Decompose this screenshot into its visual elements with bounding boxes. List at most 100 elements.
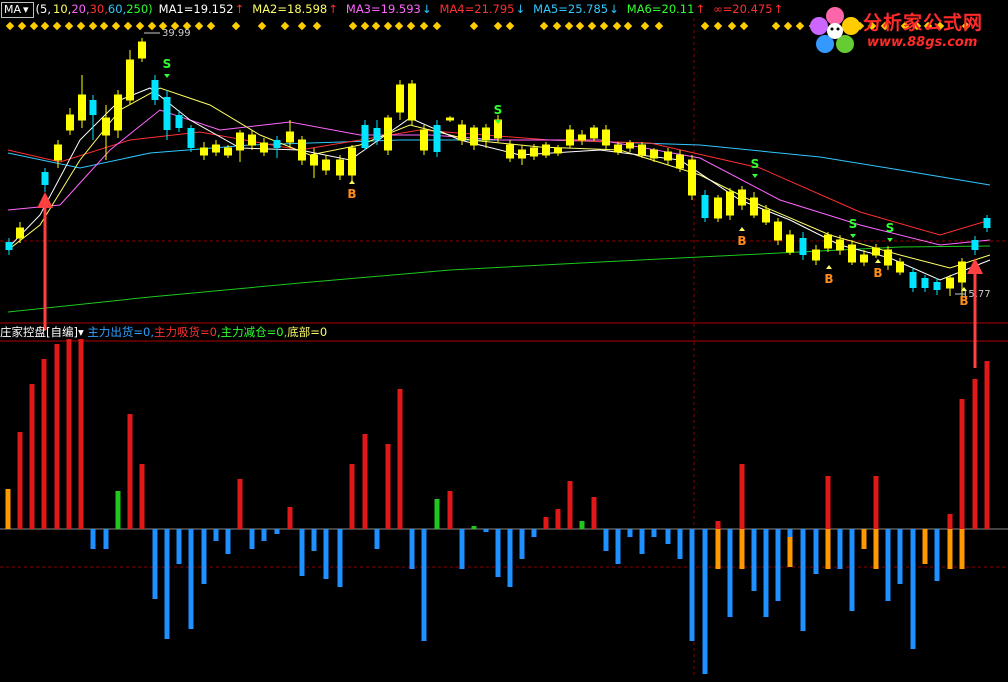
candle-body	[971, 240, 979, 250]
indicator-name[interactable]: 庄家控盘[自编]	[0, 325, 78, 339]
arrow-up-icon: ↑	[234, 2, 245, 16]
candle-body	[322, 159, 330, 171]
sell-arrow-icon	[887, 238, 893, 242]
indicator-bar	[201, 529, 207, 584]
diamond-marker	[612, 21, 622, 31]
buy-signal-label: B	[873, 266, 882, 280]
sell-signal-label: S	[751, 157, 760, 171]
site-logo: 分析家公式网 www.88gs.com	[807, 4, 1002, 56]
ma-params-prefix: (5,	[35, 2, 52, 16]
candle-body	[872, 247, 880, 256]
ma-value-text: MA2=18.598	[252, 2, 328, 16]
candle-body	[310, 154, 318, 166]
indicator-bar	[471, 526, 477, 529]
sell-arrow-icon	[850, 234, 856, 238]
candle-body	[884, 249, 892, 266]
diamond-marker	[383, 21, 393, 31]
candle-body	[396, 84, 404, 113]
ma-indicator-menu[interactable]: MA ▾	[1, 2, 34, 18]
indicator-bar	[984, 361, 990, 529]
candle-body	[786, 234, 794, 253]
diamond-marker	[552, 21, 562, 31]
ma-value-1: MA2=18.598↑	[252, 2, 340, 16]
indicator-bar	[385, 444, 391, 529]
candle-body	[482, 127, 490, 141]
candle-body	[138, 41, 146, 59]
flower-logo-icon	[810, 7, 860, 53]
diamond-marker	[640, 21, 650, 31]
indicator-bar	[447, 491, 453, 529]
high-price-label: 39.99	[162, 28, 191, 39]
candle-body	[664, 151, 672, 161]
indicator-bar	[800, 529, 806, 631]
diamond-marker	[493, 21, 503, 31]
buy-signal-label: B	[737, 234, 746, 248]
indicator-bar	[507, 529, 513, 587]
candle-body	[433, 125, 441, 152]
diamond-marker	[206, 21, 216, 31]
candle-body	[5, 242, 13, 250]
ma-value-text: MA1=19.152	[158, 2, 234, 16]
indicator-bar	[555, 509, 561, 529]
diamond-marker	[654, 21, 664, 31]
candle-body	[799, 238, 807, 255]
ma-menu-label: MA	[4, 3, 22, 16]
candle-body	[518, 149, 526, 159]
sell-signal-label: S	[849, 217, 858, 231]
candle-body	[187, 128, 195, 148]
candle-body	[286, 131, 294, 143]
indicator-bar	[434, 499, 440, 529]
indicator-bar	[531, 529, 537, 537]
ma-param-0: 10,	[53, 2, 72, 16]
diamond-marker	[135, 21, 145, 31]
indicator-bar	[337, 529, 343, 587]
candle-body	[590, 127, 598, 139]
buy-signal-label: B	[824, 272, 833, 286]
indicator-bar	[639, 529, 645, 554]
candle-body	[566, 129, 574, 146]
indicator-bar	[237, 479, 243, 529]
diamond-marker	[99, 21, 109, 31]
candle-body	[958, 261, 966, 283]
ma-value-text: MA5=25.785	[533, 2, 609, 16]
indicator-bar	[751, 529, 757, 591]
candle-body	[909, 272, 917, 288]
candle-body	[714, 197, 722, 219]
diamond-marker	[469, 21, 479, 31]
candle-body	[361, 125, 369, 148]
diamond-marker	[348, 21, 358, 31]
diamond-marker	[795, 21, 805, 31]
indicator-bar	[115, 491, 121, 529]
candle-body	[212, 144, 220, 153]
candle-body	[248, 134, 256, 146]
indicator-bar	[78, 339, 84, 529]
indicator-dropdown-icon[interactable]: ▾	[78, 325, 87, 339]
buy-arrow-icon	[826, 265, 832, 269]
diamond-marker	[371, 21, 381, 31]
diamond-marker	[700, 21, 710, 31]
indicator-bar	[103, 529, 109, 549]
indicator-bar	[213, 529, 219, 541]
diamond-marker	[111, 21, 121, 31]
indicator-bar	[739, 529, 745, 569]
ma-value-text: ∞=20.475	[713, 2, 773, 16]
indicator-bar	[66, 339, 72, 529]
candle-body	[738, 189, 746, 206]
indicator-bar	[825, 529, 831, 569]
candle-body	[126, 59, 134, 101]
indicator-bar	[397, 389, 403, 529]
indicator-bar	[579, 521, 585, 529]
indicator-bar	[519, 529, 525, 559]
candle-body	[701, 195, 709, 218]
indicator-item-2: ,主力减仓=0,	[216, 325, 288, 339]
indicator-bar	[922, 529, 928, 564]
candle-body	[933, 282, 941, 290]
diamond-marker	[280, 21, 290, 31]
ma-param-2: 30,	[89, 2, 108, 16]
ma-value-text: MA4=21.795	[439, 2, 515, 16]
diamond-marker	[64, 21, 74, 31]
sell-signal-label: S	[886, 221, 895, 235]
diamond-marker	[76, 21, 86, 31]
diamond-marker	[360, 21, 370, 31]
ma-value-5: MA6=20.11↑	[627, 2, 707, 16]
